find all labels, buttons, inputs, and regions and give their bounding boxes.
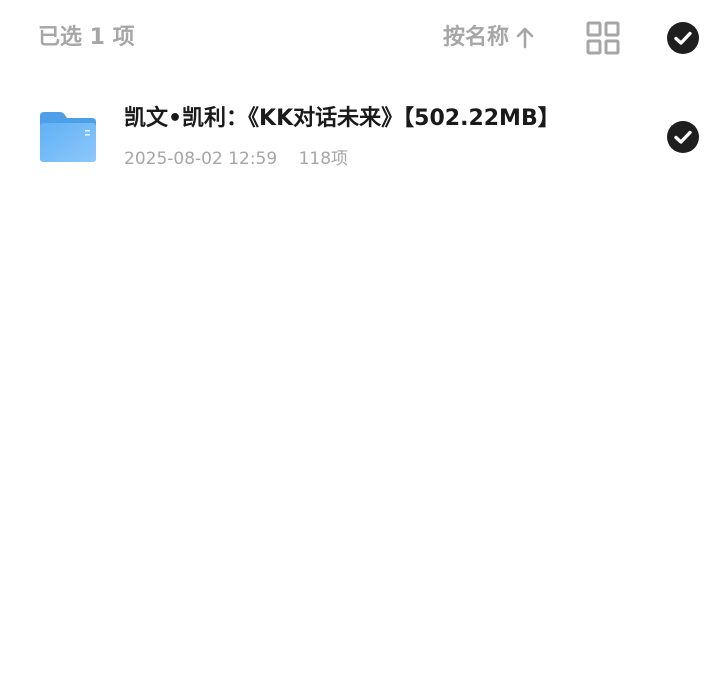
selection-header: 已选 1 项 按名称: [0, 0, 714, 78]
file-list-item[interactable]: 凯文•凯利：《KK对话未来》【502.22MB】 2025-08-02 12:5…: [0, 88, 714, 188]
select-all-checkbox[interactable]: [667, 22, 699, 54]
check-circle-icon: [674, 130, 692, 144]
sort-by-name-button[interactable]: 按名称: [443, 22, 535, 54]
arrow-up-icon: [515, 26, 535, 50]
grid-view-toggle-button[interactable]: [586, 21, 620, 55]
folder-icon: [38, 110, 98, 164]
selected-count-label: 已选 1 项: [38, 25, 135, 50]
file-item-count: 118项: [298, 149, 349, 169]
row-selected-checkbox[interactable]: [667, 121, 699, 153]
grid-view-icon: [586, 21, 620, 55]
check-circle-icon: [674, 31, 692, 45]
sort-label: 按名称: [443, 25, 510, 50]
file-date: 2025-08-02 12:59: [124, 149, 278, 169]
file-meta: 2025-08-02 12:59 118项: [124, 146, 348, 172]
file-name: 凯文•凯利：《KK对话未来》【502.22MB】: [124, 106, 560, 131]
